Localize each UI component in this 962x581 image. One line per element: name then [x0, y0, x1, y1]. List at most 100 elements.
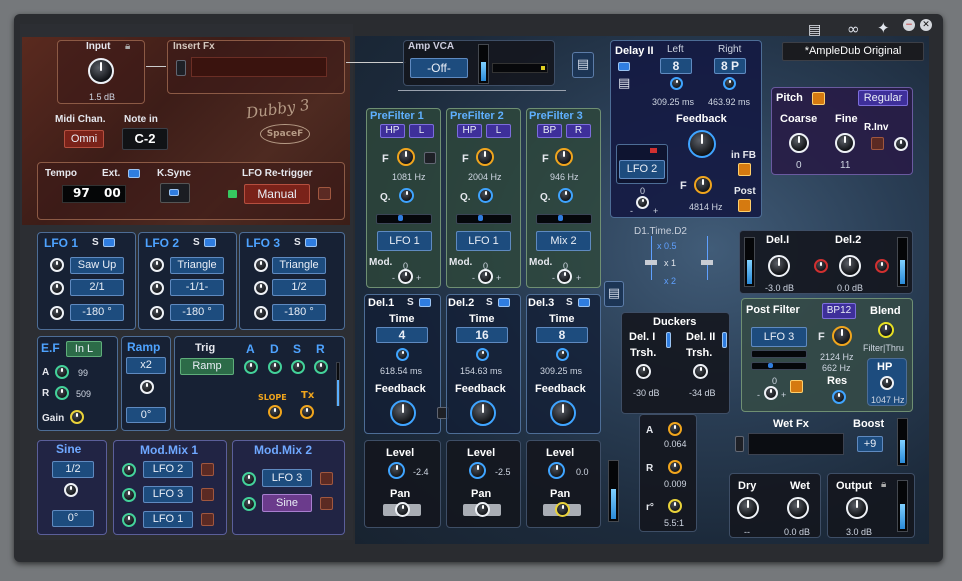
prefilter1-freq-knob[interactable]: [397, 148, 415, 166]
prefilter3-mod-source[interactable]: Mix 2: [536, 231, 591, 251]
del1-level-knob[interactable]: [388, 462, 405, 479]
postfilter-mod-source[interactable]: LFO 3: [751, 327, 807, 347]
lfo1-phase-knob[interactable]: [50, 306, 64, 320]
modmix1-switch-3[interactable]: [201, 513, 214, 526]
delay2-right-time[interactable]: 8 P: [714, 58, 746, 74]
del3-level-knob[interactable]: [548, 462, 565, 479]
modmix2-source-1[interactable]: LFO 3: [262, 469, 312, 487]
preset-display[interactable]: *AmpleDub Original: [782, 42, 924, 61]
link-icon[interactable]: ∞: [847, 20, 860, 38]
output-knob[interactable]: [846, 497, 868, 519]
delay2-right-knob[interactable]: [723, 77, 736, 90]
lfo2-phase-knob[interactable]: [150, 306, 164, 320]
lfo-retrigger-select[interactable]: Manual: [244, 184, 310, 204]
note-in-value[interactable]: C-2: [122, 128, 168, 150]
delay2-left-time[interactable]: 8: [660, 58, 692, 74]
lfo2-rate-knob[interactable]: [150, 281, 164, 295]
lfo2-rate[interactable]: -1/1-: [170, 279, 224, 296]
prefilter1-q-knob[interactable]: [399, 188, 414, 203]
prefilter1-mod-source[interactable]: LFO 1: [377, 231, 432, 251]
modmix2-switch-1[interactable]: [320, 472, 333, 485]
ef-input-select[interactable]: In L: [66, 341, 102, 357]
del1-feedback-knob[interactable]: [390, 400, 416, 426]
docs-icon[interactable]: ▤: [808, 22, 821, 38]
postfilter-freq-knob[interactable]: [832, 326, 852, 346]
pitch-rinv-switch[interactable]: [871, 137, 884, 150]
prefilter3-q-knob[interactable]: [558, 188, 573, 203]
del-mix-del1-knob[interactable]: [768, 255, 790, 277]
delay2-notes-icon[interactable]: ▤: [618, 76, 630, 91]
postfilter-res-knob[interactable]: [832, 390, 846, 404]
del3-sync-toggle[interactable]: [578, 298, 590, 307]
wet-knob[interactable]: [787, 497, 809, 519]
d1time-slider-right[interactable]: [707, 236, 708, 280]
modmix2-knob-2[interactable]: [242, 497, 256, 511]
duckers-r-knob[interactable]: [668, 460, 682, 474]
trig-a-knob[interactable]: [244, 360, 258, 374]
lfo-retrigger-button[interactable]: [318, 187, 331, 200]
ef-attack-knob[interactable]: [55, 365, 69, 379]
pitch-switch[interactable]: [812, 92, 825, 105]
modmix1-knob-1[interactable]: [122, 463, 136, 477]
del3-time[interactable]: 8: [536, 327, 588, 343]
del1-sync-toggle[interactable]: [419, 298, 431, 307]
prefilter2-type[interactable]: HP: [457, 124, 482, 138]
del3-time-knob[interactable]: [556, 348, 569, 361]
lfo3-rate[interactable]: 1/2: [272, 279, 326, 296]
trig-d-knob[interactable]: [268, 360, 282, 374]
trig-scrollbar-thumb[interactable]: [337, 380, 339, 406]
lfo3-rate-knob[interactable]: [254, 281, 268, 295]
postfilter-hp-knob[interactable]: [880, 376, 894, 390]
d1time-slider-left[interactable]: [651, 236, 652, 280]
lfo1-sync-toggle[interactable]: [103, 238, 115, 247]
insert-fx-power[interactable]: [176, 60, 186, 76]
ef-gain-knob[interactable]: [70, 410, 84, 424]
pitch-mode[interactable]: Regular: [858, 90, 908, 106]
insert-fx-slot[interactable]: [191, 57, 327, 77]
delay2-freq-knob[interactable]: [694, 176, 712, 194]
modmix1-knob-3[interactable]: [122, 513, 136, 527]
postfilter-mod-switch[interactable]: [790, 380, 803, 393]
delay2-left-knob[interactable]: [670, 77, 683, 90]
lfo2-phase[interactable]: -180 °: [170, 304, 224, 321]
postfilter-mod-knob[interactable]: [764, 386, 778, 400]
sine-degree[interactable]: 0°: [52, 510, 94, 527]
ramp-degree[interactable]: 0°: [126, 407, 166, 423]
del3-feedback-knob[interactable]: [550, 400, 576, 426]
del1-time[interactable]: 4: [376, 327, 428, 343]
del2-sync-toggle[interactable]: [498, 298, 510, 307]
lfo3-phase-knob[interactable]: [254, 306, 268, 320]
lfo3-shape[interactable]: Triangle: [272, 257, 326, 274]
duckers-del2-knob[interactable]: [693, 364, 708, 379]
del1-pan-knob[interactable]: [395, 502, 410, 517]
prefilter1-type[interactable]: HP: [380, 124, 405, 138]
lfo1-shape[interactable]: Saw Up: [70, 257, 124, 274]
prefilter1-switch[interactable]: [424, 152, 436, 164]
delay-notes-icon[interactable]: ▤: [604, 281, 624, 307]
del2-feedback-knob[interactable]: [470, 400, 496, 426]
prefilter2-channel[interactable]: L: [486, 124, 511, 138]
midi-chan-select[interactable]: Omni: [64, 130, 104, 148]
prefilter3-channel[interactable]: R: [566, 124, 591, 138]
delay2-infb-switch[interactable]: [738, 163, 751, 176]
ramp-multiplier[interactable]: x2: [126, 357, 166, 374]
minimize-icon[interactable]: −: [903, 19, 915, 31]
trig-r-knob[interactable]: [314, 360, 328, 374]
prefilter3-mod-knob[interactable]: [557, 269, 572, 284]
trig-slope-knob[interactable]: [268, 405, 282, 419]
modmix1-source-1[interactable]: LFO 2: [143, 461, 193, 478]
del3-pan-knob[interactable]: [555, 502, 570, 517]
prefilter2-freq-knob[interactable]: [476, 148, 494, 166]
modmix1-switch-1[interactable]: [201, 463, 214, 476]
duckers-del1-knob[interactable]: [636, 364, 651, 379]
wetfx-power[interactable]: [735, 436, 744, 452]
prefilter1-mod-knob[interactable]: [398, 269, 413, 284]
del1-time-knob[interactable]: [396, 348, 409, 361]
modmix1-switch-2[interactable]: [201, 488, 214, 501]
pitch-coarse-knob[interactable]: [789, 133, 809, 153]
prefilter1-channel[interactable]: L: [409, 124, 434, 138]
duckers-ratio-knob[interactable]: [668, 499, 682, 513]
postfilter-type[interactable]: BP12: [822, 303, 856, 319]
close-icon[interactable]: ✕: [920, 19, 932, 31]
lfo3-shape-knob[interactable]: [254, 258, 268, 272]
